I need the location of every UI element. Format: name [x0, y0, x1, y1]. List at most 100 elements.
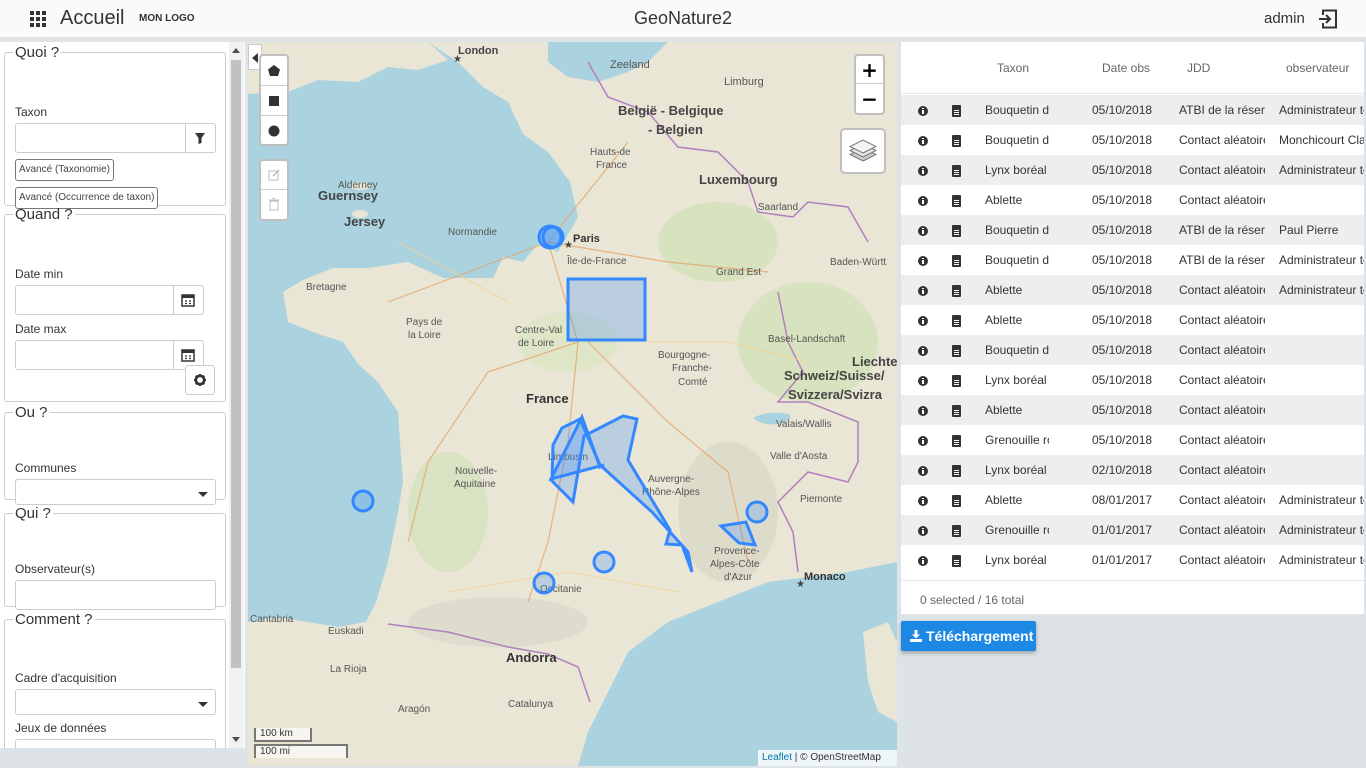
download-button[interactable]: Téléchargement — [901, 621, 1036, 651]
svg-text:Basel-Landschaft: Basel-Landschaft — [768, 334, 845, 345]
info-icon[interactable] — [918, 226, 928, 236]
advanced-taxonomy-button[interactable]: Avancé (Taxonomie) — [15, 159, 114, 181]
file-icon[interactable] — [952, 375, 961, 387]
table-row[interactable]: Lynx boréal 05/10/2018 Contact aléatoire Ad… — [901, 155, 1364, 185]
info-icon[interactable] — [918, 466, 928, 476]
info-icon[interactable] — [918, 406, 928, 416]
table-row[interactable]: Grenouille rousse 05/10/2018 Contact aléat… — [901, 425, 1364, 455]
info-icon[interactable] — [918, 346, 928, 356]
observation-rectangle[interactable] — [566, 277, 647, 342]
apps-grid-icon[interactable] — [30, 11, 46, 27]
cadre-select[interactable] — [15, 689, 216, 715]
sidebar-scrollbar[interactable] — [229, 42, 244, 748]
svg-text:Euskadi: Euskadi — [328, 626, 364, 637]
zoom-out-button[interactable]: − — [856, 85, 883, 113]
observation-circle[interactable] — [351, 489, 375, 513]
jeux-select[interactable] — [15, 739, 216, 748]
info-icon[interactable] — [918, 256, 928, 266]
file-icon[interactable] — [952, 555, 961, 567]
info-icon[interactable] — [918, 106, 928, 116]
leaflet-link[interactable]: Leaflet — [762, 752, 792, 763]
cell-observateur: Administrateur test — [1279, 553, 1364, 567]
file-icon[interactable] — [952, 225, 961, 237]
svg-text:Valle d'Aosta: Valle d'Aosta — [770, 451, 828, 462]
info-icon[interactable] — [918, 376, 928, 386]
file-icon[interactable] — [952, 255, 961, 267]
table-row[interactable]: Lynx boréal 05/10/2018 Contact aléatoire — [901, 365, 1364, 395]
draw-circle-button[interactable] — [261, 116, 287, 146]
observation-circle[interactable] — [532, 571, 556, 595]
table-row[interactable]: Ablette 05/10/2018 Contact aléatoire — [901, 395, 1364, 425]
column-observateur[interactable]: observateur — [1286, 61, 1349, 75]
table-row[interactable]: Ablette 05/10/2018 Contact aléatoire — [901, 305, 1364, 335]
scroll-down-icon[interactable] — [232, 737, 240, 742]
communes-select[interactable] — [15, 479, 216, 505]
draw-rectangle-button[interactable] — [261, 86, 287, 116]
file-icon[interactable] — [952, 405, 961, 417]
file-icon[interactable] — [952, 165, 961, 177]
info-icon[interactable] — [918, 166, 928, 176]
table-row[interactable]: Lynx boréal 02/10/2018 Contact aléatoire — [901, 455, 1364, 485]
svg-text:Schweiz/Suisse/: Schweiz/Suisse/ — [784, 368, 885, 383]
table-row[interactable]: Grenouille rousse 01/01/2017 Contact aléat… — [901, 515, 1364, 545]
file-icon[interactable] — [952, 285, 961, 297]
scroll-up-icon[interactable] — [232, 48, 240, 53]
cell-jdd: Contact aléatoire — [1179, 523, 1265, 537]
info-icon[interactable] — [918, 196, 928, 206]
column-jdd[interactable]: JDD — [1187, 61, 1210, 75]
file-icon[interactable] — [952, 525, 961, 537]
observation-circle[interactable] — [541, 225, 565, 249]
calendar-icon[interactable] — [173, 286, 203, 314]
observation-circle[interactable] — [745, 500, 769, 524]
table-row[interactable]: Lynx boréal 01/01/2017 Contact aléatoire Ad… — [901, 545, 1364, 575]
table-row[interactable]: Bouquetin des Alpes 05/10/2018 ATBI de la … — [901, 95, 1364, 125]
layers-button[interactable] — [840, 128, 886, 174]
home-link[interactable]: Accueil — [60, 7, 124, 30]
scrollbar-thumb[interactable] — [231, 60, 241, 668]
info-icon[interactable] — [918, 316, 928, 326]
delete-layers-button[interactable] — [261, 190, 287, 219]
file-icon[interactable] — [952, 105, 961, 117]
info-icon[interactable] — [918, 136, 928, 146]
zoom-in-button[interactable]: + — [856, 56, 883, 84]
table-row[interactable]: Ablette 05/10/2018 Contact aléatoire — [901, 185, 1364, 215]
file-icon[interactable] — [952, 195, 961, 207]
info-icon[interactable] — [918, 526, 928, 536]
cell-date: 05/10/2018 — [1092, 403, 1153, 417]
column-taxon[interactable]: Taxon — [997, 61, 1029, 75]
table-row[interactable]: Bouquetin des Alpes 05/10/2018 Contact alé… — [901, 125, 1364, 155]
logout-icon[interactable] — [1318, 9, 1338, 29]
date-min-input[interactable] — [15, 285, 204, 315]
file-icon[interactable] — [952, 435, 961, 447]
gear-icon[interactable] — [185, 365, 215, 395]
file-icon[interactable] — [952, 495, 961, 507]
table-row[interactable]: Bouquetin des Alpes 05/10/2018 ATBI de la … — [901, 215, 1364, 245]
draw-polygon-button[interactable] — [261, 56, 287, 86]
info-icon[interactable] — [918, 496, 928, 506]
scale-km: 100 km — [254, 728, 312, 742]
taxon-input[interactable] — [15, 123, 216, 153]
file-icon[interactable] — [952, 345, 961, 357]
file-icon[interactable] — [952, 135, 961, 147]
cell-taxon: Lynx boréal — [985, 163, 1047, 177]
zoom-control: + − — [854, 54, 885, 115]
map[interactable]: London Zeeland Limburg België - Belgique… — [248, 42, 897, 766]
cell-jdd: Contact aléatoire — [1179, 463, 1265, 477]
date-max-input[interactable] — [15, 340, 204, 370]
filter-icon[interactable] — [185, 124, 215, 152]
info-icon[interactable] — [918, 556, 928, 566]
file-icon[interactable] — [952, 315, 961, 327]
edit-layers-button[interactable] — [261, 161, 287, 190]
observateurs-input[interactable] — [15, 580, 216, 610]
info-icon[interactable] — [918, 286, 928, 296]
table-row[interactable]: Ablette 08/01/2017 Contact aléatoire Admini… — [901, 485, 1364, 515]
table-row[interactable]: Bouquetin des Alpes 05/10/2018 Contact alé… — [901, 335, 1364, 365]
svg-text:de Loire: de Loire — [518, 338, 555, 349]
table-row[interactable]: Bouquetin des Alpes 05/10/2018 ATBI de la … — [901, 245, 1364, 275]
column-date-obs[interactable]: Date obs — [1102, 61, 1150, 75]
table-row[interactable]: Ablette 05/10/2018 Contact aléatoire Admini… — [901, 275, 1364, 305]
file-icon[interactable] — [952, 465, 961, 477]
observation-circle[interactable] — [592, 550, 616, 574]
cell-jdd: ATBI de la réserve — [1179, 223, 1265, 237]
info-icon[interactable] — [918, 436, 928, 446]
